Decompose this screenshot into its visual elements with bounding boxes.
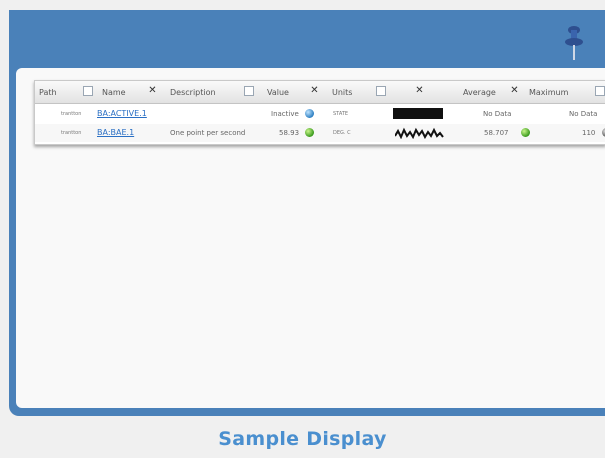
value-close-icon[interactable]: ✕ (309, 85, 320, 96)
pushpin-icon[interactable] (561, 24, 587, 64)
column-header-value[interactable]: Value (267, 88, 289, 97)
row-name-link[interactable]: BA:BAE.1 (97, 128, 134, 137)
average-close-icon[interactable]: ✕ (509, 85, 520, 96)
column-header-name[interactable]: Name (102, 88, 126, 97)
display-frame: Path Name ✕ Description Value ✕ Units ✕ … (9, 10, 605, 416)
name-close-icon[interactable]: ✕ (147, 85, 158, 96)
sparkline-close-icon[interactable]: ✕ (414, 85, 425, 96)
status-indicator-icon (521, 128, 530, 137)
column-header-average[interactable]: Average (463, 88, 496, 97)
row-path: trantton (61, 130, 82, 136)
maximum-checkbox[interactable] (595, 86, 605, 96)
column-header-path[interactable]: Path (39, 88, 57, 97)
table-row: trantton BA:BAE.1 One point per second 5… (35, 124, 605, 142)
units-checkbox[interactable] (376, 86, 386, 96)
content-panel: Path Name ✕ Description Value ✕ Units ✕ … (16, 68, 605, 408)
row-description: One point per second (170, 129, 246, 137)
status-indicator-icon (305, 109, 314, 118)
grid-header: Path Name ✕ Description Value ✕ Units ✕ … (35, 81, 605, 104)
path-checkbox[interactable] (83, 86, 93, 96)
row-units: DEG. C (333, 130, 351, 136)
row-maximum: No Data (569, 110, 598, 118)
sparkline-chart (395, 127, 444, 139)
column-header-units[interactable]: Units (332, 88, 352, 97)
row-units: STATE (333, 111, 349, 117)
row-average: No Data (483, 110, 512, 118)
description-checkbox[interactable] (244, 86, 254, 96)
table-row: trantton BA:ACTIVE.1 Inactive STATE No D… (35, 105, 605, 123)
row-path: trantton (61, 111, 82, 117)
status-indicator-icon (305, 128, 314, 137)
column-header-maximum[interactable]: Maximum (529, 88, 568, 97)
row-name-link[interactable]: BA:ACTIVE.1 (97, 109, 147, 118)
row-value: Inactive (271, 110, 299, 118)
sparkline-bar (393, 108, 443, 119)
row-maximum: 110 (582, 129, 596, 137)
row-average: 58.707 (484, 129, 509, 137)
column-header-description[interactable]: Description (170, 88, 216, 97)
row-value: 58.93 (279, 129, 300, 137)
data-grid: Path Name ✕ Description Value ✕ Units ✕ … (34, 80, 605, 145)
page-title: Sample Display (218, 428, 387, 450)
